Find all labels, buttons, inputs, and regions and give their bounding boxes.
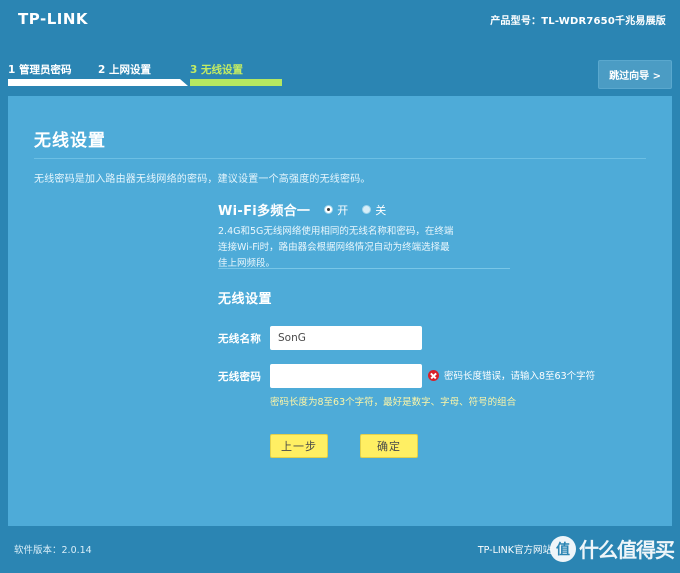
watermark: 值 什么值得买 — [550, 534, 675, 563]
password-error-message: 密码长度错误，请输入8至63个字符 — [428, 368, 595, 382]
step-label-3: 3 无线设置 — [190, 64, 243, 76]
product-model-label: 产品型号：TL-WDR7650千兆易展版 — [490, 16, 666, 27]
step-item-1[interactable]: 1 管理员密码 — [8, 62, 108, 86]
setup-step-indicator: 1 管理员密码 2 上网设置 3 无线设置 — [0, 62, 520, 88]
wifi-band-radio-off[interactable]: 关 — [362, 202, 386, 218]
back-button[interactable]: 上一步 — [270, 434, 328, 458]
step-label-1: 1 管理员密码 — [8, 64, 72, 76]
software-version-label: 软件版本：2.0.14 — [14, 545, 92, 556]
step-label-2: 2 上网设置 — [98, 64, 151, 76]
radio-off-icon — [362, 205, 372, 214]
ssid-row: 无线名称 — [218, 326, 422, 350]
watermark-logo-icon: 值 — [550, 535, 576, 562]
watermark-text: 什么值得买 — [579, 538, 675, 562]
step-item-2[interactable]: 2 上网设置 — [98, 62, 188, 86]
wireless-settings-panel: 无线设置 无线密码是加入路由器无线网络的密码，建议设置一个高强度的无线密码。 W… — [8, 96, 672, 526]
tp-link-logo: TP-LINK — [18, 10, 89, 28]
ssid-label: 无线名称 — [218, 332, 262, 345]
section-divider — [218, 268, 510, 269]
title-divider — [34, 158, 646, 159]
page-title: 无线设置 — [34, 131, 106, 151]
step-bar-3 — [190, 79, 282, 86]
step-bar-2 — [98, 79, 188, 86]
password-label: 无线密码 — [218, 370, 262, 383]
step-item-3[interactable]: 3 无线设置 — [190, 62, 282, 86]
wifi-band-on-label: 开 — [337, 203, 349, 217]
wifi-band-radio-group: 开 关 — [324, 202, 386, 218]
wifi-band-off-label: 关 — [375, 203, 387, 217]
wifi-band-label: Wi-Fi多频合一 — [218, 204, 311, 219]
page-header: TP-LINK 产品型号：TL-WDR7650千兆易展版 1 管理员密码 2 上… — [0, 0, 680, 89]
skip-wizard-button[interactable]: 跳过向导 > — [598, 60, 672, 89]
ssid-input[interactable] — [270, 326, 422, 350]
wifi-band-radio-on[interactable]: 开 — [324, 202, 348, 218]
step-bar-1 — [8, 79, 108, 86]
error-circle-x-icon — [428, 369, 439, 381]
page-subtitle: 无线密码是加入路由器无线网络的密码，建议设置一个高强度的无线密码。 — [34, 174, 371, 185]
wireless-section-title: 无线设置 — [218, 292, 273, 307]
confirm-button[interactable]: 确定 — [360, 434, 418, 458]
error-text: 密码长度错误，请输入8至63个字符 — [444, 371, 596, 382]
tp-link-official-site-link[interactable]: TP-LINK官方网站 — [478, 542, 552, 556]
action-buttons: 上一步 确定 — [270, 434, 418, 458]
password-input[interactable] — [270, 364, 422, 388]
page-footer: 软件版本：2.0.14 TP-LINK官方网站 值 什么值得买 — [0, 532, 680, 573]
password-hint: 密码长度为8至63个字符，最好是数字、字母、符号的组合 — [270, 397, 517, 408]
router-setup-page: TP-LINK 产品型号：TL-WDR7650千兆易展版 1 管理员密码 2 上… — [0, 0, 680, 573]
wifi-band-description: 2.4G和5G无线网络使用相同的无线名称和密码，在终端连接Wi-Fi时，路由器会… — [218, 226, 454, 269]
wifi-band-row: Wi-Fi多频合一 开 关 — [218, 200, 386, 220]
radio-on-icon — [324, 205, 334, 214]
password-row: 无线密码 — [218, 364, 422, 388]
